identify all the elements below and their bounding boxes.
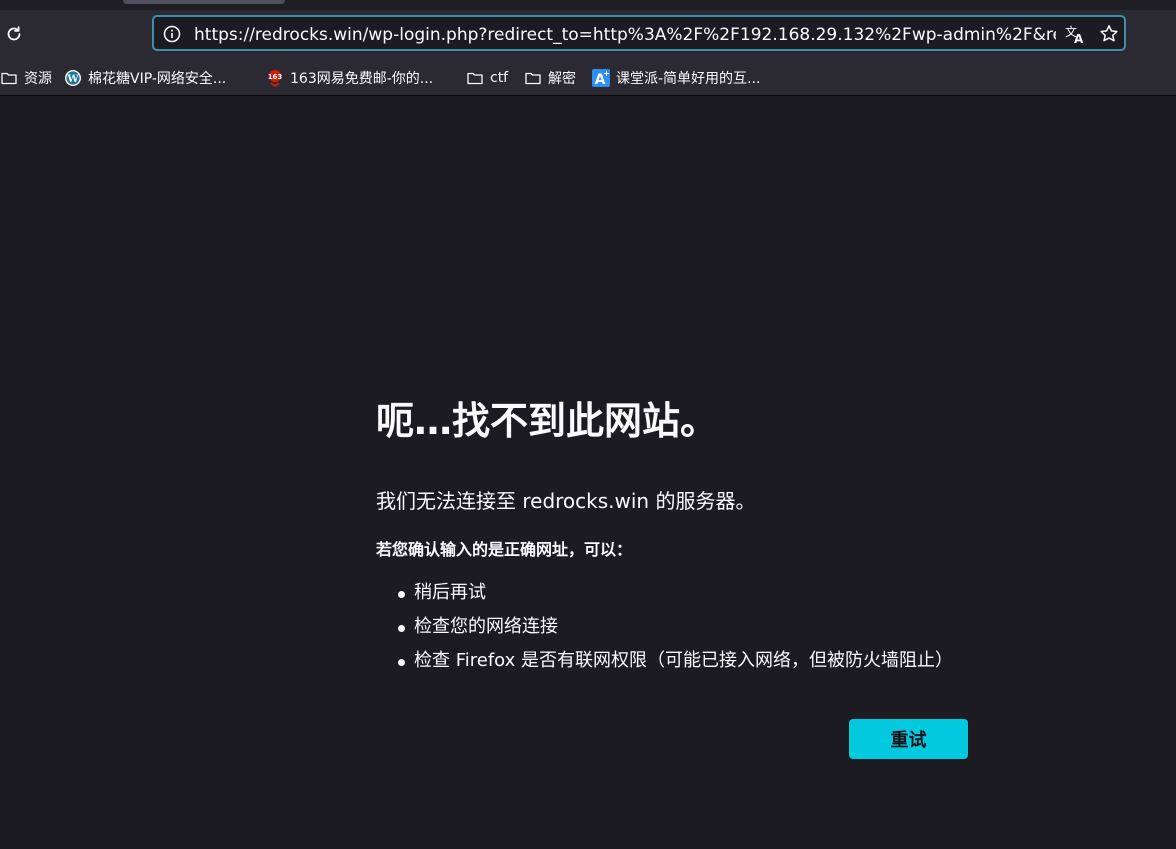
translate-icon[interactable]: 文 A: [1064, 23, 1088, 45]
bookmark-163-mail[interactable]: 163 163网易免费邮-你的...: [266, 67, 433, 89]
suggestion-item: 检查您的网络连接: [376, 615, 953, 649]
bookmark-mianhuatang[interactable]: W 棉花糖VIP-网络安全...: [64, 67, 226, 89]
suggestion-item: 检查 Firefox 是否有联网权限（可能已接入网络，但被防火墙阻止）: [376, 649, 953, 683]
ketangpai-icon: A +: [592, 69, 610, 87]
bookmark-ketangpai[interactable]: A + 课堂派-简单好用的互...: [592, 67, 760, 89]
wordpress-icon: W: [64, 69, 82, 87]
svg-text:+: +: [603, 69, 610, 78]
reload-button[interactable]: [0, 22, 28, 50]
active-tab[interactable]: [123, 0, 285, 4]
bookmark-folder-resources[interactable]: 资源: [0, 67, 52, 89]
netease-mail-icon: 163: [266, 69, 284, 87]
error-message: 我们无法连接至 redrocks.win 的服务器。: [376, 489, 756, 513]
address-bar[interactable]: https://redrocks.win/wp-login.php?redire…: [152, 15, 1126, 51]
error-title: 呃…找不到此网站。: [376, 399, 719, 443]
bookmark-label: 棉花糖VIP-网络安全...: [88, 71, 227, 87]
bookmark-star-icon[interactable]: [1098, 23, 1120, 45]
reload-icon: [4, 24, 24, 48]
bookmark-label: 163网易免费邮-你的...: [290, 71, 434, 87]
bookmark-label: 解密: [548, 71, 576, 87]
folder-icon: [466, 69, 484, 87]
bookmark-folder-ctf[interactable]: ctf: [466, 67, 508, 89]
suggestion-list: 稍后再试 检查您的网络连接 检查 Firefox 是否有联网权限（可能已接入网络…: [376, 581, 953, 683]
url-text[interactable]: https://redrocks.win/wp-login.php?redire…: [194, 25, 1056, 45]
tab-strip: [0, 0, 1176, 10]
error-page-content: 呃…找不到此网站。 我们无法连接至 redrocks.win 的服务器。 若您确…: [376, 395, 1076, 671]
svg-text:W: W: [66, 74, 79, 85]
bookmark-label: 资源: [24, 71, 52, 87]
svg-text:A: A: [1074, 32, 1084, 44]
navigation-toolbar: https://redrocks.win/wp-login.php?redire…: [0, 10, 1176, 62]
bookmark-label: 课堂派-简单好用的互...: [616, 71, 761, 87]
bookmarks-toolbar: 资源 W 棉花糖VIP-网络安全... 163 163网易免费邮-你的... c…: [0, 62, 1176, 96]
svg-text:163: 163: [268, 73, 283, 81]
bookmark-label: ctf: [490, 70, 509, 86]
folder-icon: [0, 69, 18, 87]
site-info-icon[interactable]: [162, 24, 182, 44]
error-hint: 若您确认输入的是正确网址，可以：: [376, 540, 633, 559]
retry-button[interactable]: 重试: [849, 719, 968, 759]
folder-icon: [524, 69, 542, 87]
bookmark-folder-decrypt[interactable]: 解密: [524, 67, 576, 89]
suggestion-item: 稍后再试: [376, 581, 953, 615]
